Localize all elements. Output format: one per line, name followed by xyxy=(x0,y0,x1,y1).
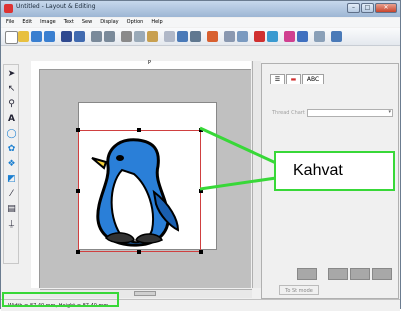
vertical-ruler xyxy=(31,69,40,288)
tab-text[interactable]: ABC xyxy=(302,74,324,84)
menu-bar: File Edit Image Text Sew Display Option … xyxy=(1,18,400,27)
resize-handle[interactable] xyxy=(199,189,203,193)
copy-icon[interactable] xyxy=(134,31,145,42)
app-logo-icon xyxy=(4,4,13,13)
resize-handle[interactable] xyxy=(137,250,141,254)
color-wheel-icon[interactable] xyxy=(297,31,308,42)
menu-text[interactable]: Text xyxy=(64,18,74,27)
text-abc-icon[interactable] xyxy=(237,31,248,42)
import-icon[interactable] xyxy=(31,31,42,42)
stitch-tool-icon[interactable]: ✿ xyxy=(6,144,17,155)
line-tool-icon[interactable]: ⁄ xyxy=(6,189,17,200)
stitch-order-icon[interactable] xyxy=(314,31,325,42)
resize-handle[interactable] xyxy=(199,128,203,132)
thread-chart-label: Thread Chart xyxy=(272,110,305,116)
menu-image[interactable]: Image xyxy=(40,18,56,27)
group-icon[interactable] xyxy=(177,31,188,42)
resize-handle[interactable] xyxy=(76,128,80,132)
photo-icon[interactable] xyxy=(267,31,278,42)
zoom-icon[interactable] xyxy=(331,31,342,42)
tab-color-icon[interactable]: ▬ xyxy=(286,74,301,84)
rotate-icon[interactable] xyxy=(190,31,201,42)
point-edit-icon[interactable]: ↖ xyxy=(6,84,17,95)
stitch-option-button[interactable] xyxy=(350,268,370,280)
outline-tool-icon[interactable]: ❖ xyxy=(6,159,17,170)
main-toolbar xyxy=(1,28,400,46)
minimize-button[interactable]: – xyxy=(347,3,360,13)
menu-sew[interactable]: Sew xyxy=(82,18,92,27)
text-tool-icon[interactable]: A xyxy=(6,114,17,125)
menu-display[interactable]: Display xyxy=(100,18,118,27)
menu-option[interactable]: Option xyxy=(127,18,144,27)
window-title: Untitled - Layout & Editing xyxy=(16,3,96,10)
new-file-icon[interactable] xyxy=(5,31,18,44)
sew-icon[interactable] xyxy=(284,31,295,42)
maximize-button[interactable]: □ xyxy=(361,3,374,13)
callout-label: Kahvat xyxy=(293,162,343,179)
image-icon[interactable] xyxy=(254,31,265,42)
tab-list-icon[interactable]: ☰ xyxy=(270,74,285,84)
shape-tool-icon[interactable]: ◯ xyxy=(6,129,17,140)
fill-tool-icon[interactable]: ◩ xyxy=(6,174,17,185)
cut-icon[interactable] xyxy=(121,31,132,42)
menu-edit[interactable]: Edit xyxy=(22,18,32,27)
chevron-down-icon: ▾ xyxy=(388,109,391,115)
save-as-icon[interactable] xyxy=(74,31,85,42)
save-icon[interactable] xyxy=(61,31,72,42)
thread-chart-select[interactable]: ▾ xyxy=(307,109,393,117)
ruler-mark: P xyxy=(148,60,152,66)
title-bar: Untitled - Layout & Editing – □ ✕ xyxy=(1,1,400,17)
menu-file[interactable]: File xyxy=(6,18,14,27)
tool-palette: ➤ ↖ ⚲ A ◯ ✿ ❖ ◩ ⁄ ▤ ⍊ xyxy=(3,64,19,264)
scroll-thumb[interactable] xyxy=(134,291,156,296)
paste-icon[interactable] xyxy=(147,31,158,42)
redo-icon[interactable] xyxy=(104,31,115,42)
vertical-scrollbar[interactable] xyxy=(252,61,261,288)
manual-punch-icon[interactable]: ⍊ xyxy=(6,219,17,230)
to-stitch-mode-button[interactable]: To St mode xyxy=(279,285,319,295)
stitch-option-button[interactable] xyxy=(297,268,317,280)
font-icon[interactable] xyxy=(224,31,235,42)
zoom-tool-icon[interactable]: ⚲ xyxy=(6,99,17,110)
resize-handle[interactable] xyxy=(76,250,80,254)
duplicate-icon[interactable] xyxy=(164,31,175,42)
close-button[interactable]: ✕ xyxy=(375,3,397,13)
select-arrow-icon[interactable]: ➤ xyxy=(6,69,17,80)
stitch-option-button[interactable] xyxy=(372,268,392,280)
horizontal-ruler: P xyxy=(31,60,251,70)
resize-handle[interactable] xyxy=(199,250,203,254)
ruler-tool-icon[interactable]: ▤ xyxy=(6,204,17,215)
import-alt-icon[interactable] xyxy=(44,31,55,42)
menu-help[interactable]: Help xyxy=(151,18,162,27)
stitch-option-button[interactable] xyxy=(328,268,348,280)
resize-handle[interactable] xyxy=(76,189,80,193)
undo-icon[interactable] xyxy=(91,31,102,42)
resize-handle[interactable] xyxy=(137,128,141,132)
selection-box xyxy=(78,130,201,252)
status-highlight-box xyxy=(2,292,119,307)
design-canvas[interactable] xyxy=(40,70,251,288)
open-folder-icon[interactable] xyxy=(18,31,29,42)
pencil-icon[interactable] xyxy=(207,31,218,42)
